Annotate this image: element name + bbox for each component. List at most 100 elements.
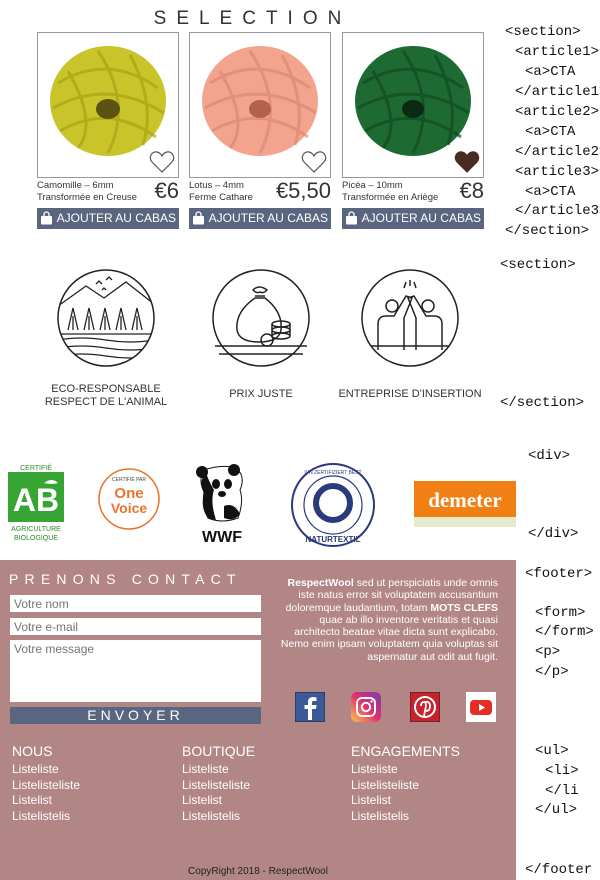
message-field[interactable] <box>10 640 261 702</box>
wwf-text: WWF <box>202 529 242 546</box>
annotation-p-close: </p> <box>535 664 569 680</box>
one-voice-logo: CERTIFIÉ PAR One Voice <box>97 467 161 531</box>
footer-column-heading: NOUS <box>12 743 53 759</box>
pinterest-icon[interactable] <box>410 692 440 722</box>
annotation-li-open: <li> <box>545 763 579 779</box>
instagram-icon[interactable] <box>351 692 381 722</box>
ab-top-text: CERTIFIÉ <box>20 463 52 472</box>
onevoice-top-text: CERTIFIÉ PAR <box>112 476 146 483</box>
annotation-article3-close: </article3> <box>515 203 600 219</box>
ab-bottom-text: AGRICULTURE <box>11 526 61 533</box>
wishlist-heart-icon[interactable] <box>301 150 327 174</box>
high-five-icon <box>361 269 459 367</box>
feature-label-insertion: ENTREPRISE D'INSERTION <box>326 388 494 401</box>
annotation-a-cta: <a>CTA <box>525 184 576 200</box>
about-brand: RespectWool <box>287 577 354 589</box>
about-text-part: quae ab illo inventore veritatis et quas… <box>280 613 498 663</box>
footer: PRENONS CONTACT ENVOYER RespectWool sed … <box>0 560 516 880</box>
footer-link[interactable]: Listelistelis <box>182 809 255 825</box>
onevoice-name: Voice <box>111 500 148 516</box>
feature-line: PRIX JUSTE <box>229 388 293 400</box>
copyright: CopyRight 2018 - RespectWool <box>188 866 328 877</box>
demeter-text: demeter <box>428 488 501 512</box>
footer-link[interactable]: Listelistelis <box>351 809 460 825</box>
annotation-article3-open: <article3> <box>515 164 600 180</box>
selection-title: SELECTION <box>153 8 352 29</box>
footer-link[interactable]: Listelisteliste <box>12 778 80 794</box>
product-name: Lotus – 4mm <box>189 180 244 191</box>
feature-line: ECO-RESPONSABLE <box>51 383 161 395</box>
ab-mark-text: AB <box>13 482 59 518</box>
product-price: €6 <box>154 178 179 203</box>
footer-link[interactable]: Listelisteliste <box>182 778 255 794</box>
wishlist-heart-filled-icon[interactable] <box>454 150 480 174</box>
footer-link[interactable]: Listelistelis <box>12 809 80 825</box>
footer-column-heading: ENGAGEMENTS <box>351 743 460 759</box>
product-image-3[interactable] <box>342 32 484 178</box>
footer-column-engagements: ENGAGEMENTS Listeliste Listelisteliste L… <box>351 743 460 824</box>
send-button[interactable]: ENVOYER <box>10 707 261 724</box>
feature-label-price: PRIX JUSTE <box>196 388 326 401</box>
shopping-bag-icon <box>193 211 204 225</box>
annotation-article2-open: <article2> <box>515 104 600 120</box>
demeter-logo: demeter <box>414 481 516 527</box>
add-to-cart-label: AJOUTER AU CABAS <box>56 211 176 225</box>
annotation-section2-close: </section> <box>500 395 585 411</box>
footer-column-nous: NOUS Listeliste Listelisteliste Listelis… <box>12 743 80 824</box>
about-text: RespectWool sed ut perspiciatis unde omn… <box>278 577 498 663</box>
product-price: €8 <box>459 178 484 203</box>
feature-label-eco: ECO-RESPONSABLE RESPECT DE L'ANIMAL <box>30 383 182 409</box>
money-bag-icon <box>212 269 310 367</box>
email-field[interactable] <box>10 618 261 635</box>
footer-link[interactable]: Listelist <box>351 793 460 809</box>
wwf-logo: WWF <box>194 462 250 546</box>
footer-column-boutique: BOUTIQUE Listeliste Listelisteliste List… <box>182 743 255 824</box>
footer-link[interactable]: Listelist <box>182 793 255 809</box>
product-origin: Ferme Cathare <box>189 192 253 203</box>
annotation-ul-close: </ul> <box>535 802 578 818</box>
product-name: Camomille – 6mm <box>37 180 114 191</box>
naturtextil-text: NATURTEXTIL <box>306 535 361 544</box>
annotation-article2-close: </article2> <box>515 144 600 160</box>
naturtextil-top-text: IVN ZERTIFIZIERT BEST <box>304 470 361 476</box>
add-to-cart-button[interactable]: AJOUTER AU CABAS <box>342 208 484 229</box>
shopping-bag-icon <box>41 211 52 225</box>
name-field[interactable] <box>10 595 261 612</box>
footer-link[interactable]: Listeliste <box>12 762 80 778</box>
annotation-footer-open: <footer> <box>525 566 593 582</box>
annotation-p-open: <p> <box>535 644 561 660</box>
annotation-article1-close: </article1> <box>515 84 600 100</box>
footer-link[interactable]: Listeliste <box>182 762 255 778</box>
product-image-2[interactable] <box>189 32 331 178</box>
annotation-section-close: </section> <box>505 223 590 239</box>
feature-line: ENTREPRISE D'INSERTION <box>338 388 482 400</box>
wishlist-heart-icon[interactable] <box>149 150 175 174</box>
annotation-section2-open: <section> <box>500 257 576 273</box>
annotation-div-close: </div> <box>528 526 579 542</box>
landscape-icon <box>57 269 155 367</box>
youtube-icon[interactable] <box>466 692 496 722</box>
annotation-ul-open: <ul> <box>535 743 569 759</box>
about-keywords: MOTS CLEFS <box>430 601 498 614</box>
product-image-1[interactable] <box>37 32 179 178</box>
shopping-bag-icon <box>346 211 357 225</box>
annotation-li-close: </li <box>545 783 579 799</box>
feature-line: RESPECT DE L'ANIMAL <box>44 396 168 408</box>
ab-bottom-text: BIOLOGIQUE <box>14 535 58 542</box>
annotation-form-close: </form> <box>535 624 594 640</box>
annotation-div-open: <div> <box>528 448 571 464</box>
footer-link[interactable]: Listeliste <box>351 762 460 778</box>
product-price: €5,50 <box>275 178 331 203</box>
add-to-cart-button[interactable]: AJOUTER AU CABAS <box>189 208 331 229</box>
add-to-cart-label: AJOUTER AU CABAS <box>361 211 481 225</box>
footer-link[interactable]: Listelisteliste <box>351 778 460 794</box>
annotation-form-open: <form> <box>535 605 586 621</box>
contact-title: PRENONS CONTACT <box>9 571 242 587</box>
add-to-cart-button[interactable]: AJOUTER AU CABAS <box>37 208 179 229</box>
footer-column-heading: BOUTIQUE <box>182 743 256 759</box>
annotation-article1-open: <article1> <box>515 44 600 60</box>
ab-logo: CERTIFIÉ AB AGRICULTURE BIOLOGIQUE <box>6 461 66 543</box>
footer-link[interactable]: Listelist <box>12 793 80 809</box>
product-origin: Transformée en Ariège <box>342 192 439 203</box>
facebook-icon[interactable] <box>295 692 325 722</box>
